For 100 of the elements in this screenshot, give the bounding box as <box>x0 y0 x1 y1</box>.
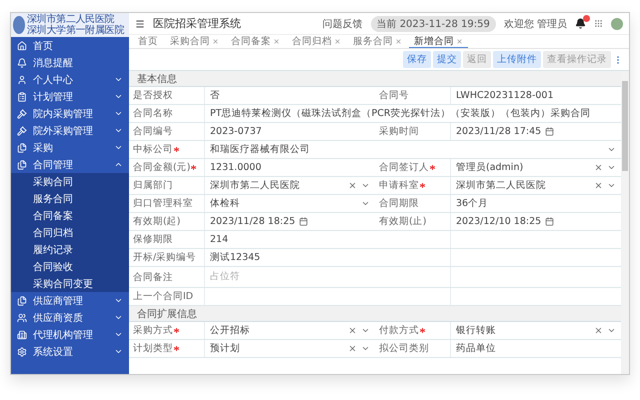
tab[interactable]: 合同归档 <box>287 35 346 48</box>
calendar-icon[interactable] <box>545 217 554 226</box>
chevron-up-icon <box>114 160 123 169</box>
select-field[interactable]: 公开招标 <box>205 322 375 339</box>
tab[interactable]: 合同备案 <box>226 35 285 48</box>
select-field[interactable]: 体检科 <box>205 195 375 212</box>
close-icon[interactable] <box>456 38 463 44</box>
menu-icon <box>17 108 27 118</box>
field-label: 合同名称 <box>129 105 205 122</box>
section-header: 合同扩展信息 <box>129 306 621 322</box>
menu-icon[interactable] <box>135 18 145 28</box>
field-label: 拟公司类别 <box>375 340 451 357</box>
date-field[interactable]: 2023/12/10 18:25 <box>451 213 621 230</box>
caret-icon[interactable] <box>607 326 616 335</box>
submenu-item[interactable]: 采购合同变更 <box>11 275 129 292</box>
date-field[interactable]: 2023/11/28 18:25 <box>205 213 375 230</box>
field-label: 中标公司 <box>129 141 205 158</box>
welcome-text: 欢迎您 管理员 <box>504 18 567 30</box>
toolbar-button[interactable]: 提交 <box>433 51 461 68</box>
clock-pill: 当前 2023-11-28 19:59 <box>370 16 496 32</box>
clear-icon[interactable] <box>594 181 603 190</box>
close-icon[interactable] <box>395 38 402 44</box>
field-label: 上一个合同ID <box>129 288 205 305</box>
field-label: 有效期(止) <box>375 213 451 230</box>
field-label: 保修期限 <box>129 231 205 248</box>
section-header: 基本信息 <box>129 71 621 87</box>
select-field[interactable]: 深圳市第二人民医院 <box>205 177 375 194</box>
close-icon[interactable] <box>334 38 341 44</box>
menu-icon <box>17 74 27 84</box>
emblem-icon <box>13 16 25 34</box>
select-field[interactable]: 和瑞医疗器械有限公司 <box>205 141 621 158</box>
menu-icon <box>17 126 27 136</box>
close-icon[interactable] <box>273 38 280 44</box>
field-label: 是否授权 <box>129 87 205 104</box>
field-label: 申请科室 <box>375 177 451 194</box>
submenu-item[interactable]: 采购合同 <box>11 173 129 190</box>
select-field[interactable]: 深圳市第二人民医院 <box>451 177 621 194</box>
clear-icon[interactable] <box>348 181 357 190</box>
required-mark-icon <box>174 346 179 351</box>
tab[interactable]: 新增合同 <box>409 35 468 48</box>
field-label: 合同编号 <box>129 123 205 140</box>
field-label: 付款方式 <box>375 322 451 339</box>
field-label: 合同备注 <box>129 267 205 287</box>
required-mark-icon <box>191 165 196 170</box>
field-label: 计划类型 <box>129 340 205 357</box>
clear-icon[interactable] <box>594 326 603 335</box>
required-mark-icon <box>430 165 435 170</box>
toolbar-button[interactable]: 上传附件 <box>493 51 541 68</box>
select-field[interactable]: 预计划 <box>205 340 375 357</box>
scrollbar[interactable] <box>621 71 629 374</box>
menu-icon <box>17 346 27 356</box>
field-label: 合同号 <box>375 87 451 104</box>
submenu-item[interactable]: 服务合同 <box>11 190 129 207</box>
calendar-icon[interactable] <box>545 127 554 136</box>
tab[interactable]: 采购合同 <box>165 35 224 48</box>
logo-text: 深圳大学第一附属医院 <box>27 25 124 36</box>
date-field[interactable]: 2023/11/28 17:45 <box>451 123 621 140</box>
menu-icon <box>17 142 27 152</box>
submenu-item[interactable]: 合同验收 <box>11 258 129 275</box>
menu-icon <box>17 40 27 50</box>
field-value: PT思迪特莱检测仪（磁珠法试剂盒（PCR荧光探针法）（安装版）（包装内）采购合同 <box>209 107 592 121</box>
clear-icon[interactable] <box>594 163 603 172</box>
menu-icon <box>17 296 27 306</box>
required-mark-icon <box>420 183 425 188</box>
submenu-item[interactable]: 合同备案 <box>11 207 129 224</box>
menu-icon <box>17 312 27 322</box>
calendar-icon[interactable] <box>299 217 308 226</box>
field-label: 合同签订人 <box>375 159 451 176</box>
menu-icon <box>17 160 27 170</box>
bell-icon[interactable] <box>575 18 586 29</box>
close-icon[interactable] <box>212 38 219 44</box>
field-label: 合同金额(元) <box>129 159 205 176</box>
menu-icon <box>17 92 27 102</box>
field-label: 开标/采购编号 <box>129 249 205 266</box>
field-label: 采购时间 <box>375 123 451 140</box>
tab[interactable]: 首页 <box>133 35 163 48</box>
submenu-item[interactable]: 履约记录 <box>11 241 129 258</box>
field-label: 归口管理科室 <box>129 195 205 212</box>
field-value: 药品单位 <box>455 342 497 356</box>
field-value: 214 <box>209 233 230 247</box>
field-label: 采购方式 <box>129 322 205 339</box>
select-field[interactable]: 银行转账 <box>451 322 621 339</box>
field-label: 有效期(起) <box>129 213 205 230</box>
app-title: 医院招采管理系统 <box>153 16 242 31</box>
toolbar-button[interactable]: 保存 <box>403 51 431 68</box>
feedback-link[interactable]: 问题反馈 <box>322 16 363 30</box>
menu-icon <box>17 58 27 68</box>
clear-icon[interactable] <box>348 326 357 335</box>
grid-icon[interactable] <box>594 19 603 28</box>
field-value: 测试12345 <box>209 251 262 265</box>
submenu-item[interactable]: 合同归档 <box>11 224 129 241</box>
select-field[interactable]: 管理员(admin) <box>451 159 621 176</box>
field-value: 2023-0737 <box>209 125 263 139</box>
required-mark-icon <box>174 328 179 333</box>
field-value: 1231.0000 <box>209 161 262 175</box>
clear-icon[interactable] <box>348 344 357 353</box>
tab[interactable]: 服务合同 <box>348 35 407 48</box>
field-value: LWHC20231128-001 <box>455 89 555 103</box>
field-label: 归属部门 <box>129 177 205 194</box>
field-label: 合同期限 <box>375 195 451 212</box>
